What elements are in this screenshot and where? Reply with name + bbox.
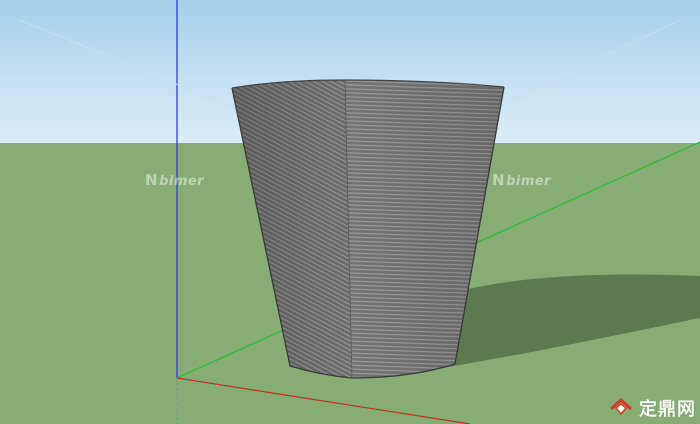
corner-logo: 定鼎网 [609, 395, 696, 421]
3d-scene[interactable] [0, 0, 700, 424]
sketchup-viewport[interactable]: Nbimer Nbimer 定鼎网 [0, 0, 700, 424]
watermark-right: Nbimer [492, 171, 552, 189]
house-logo-icon [609, 398, 633, 416]
corner-logo-text: 定鼎网 [639, 399, 696, 420]
watermark-left: Nbimer [145, 171, 205, 189]
watermark-n-icon: N [145, 171, 159, 189]
watermark-n-icon: N [492, 171, 506, 189]
